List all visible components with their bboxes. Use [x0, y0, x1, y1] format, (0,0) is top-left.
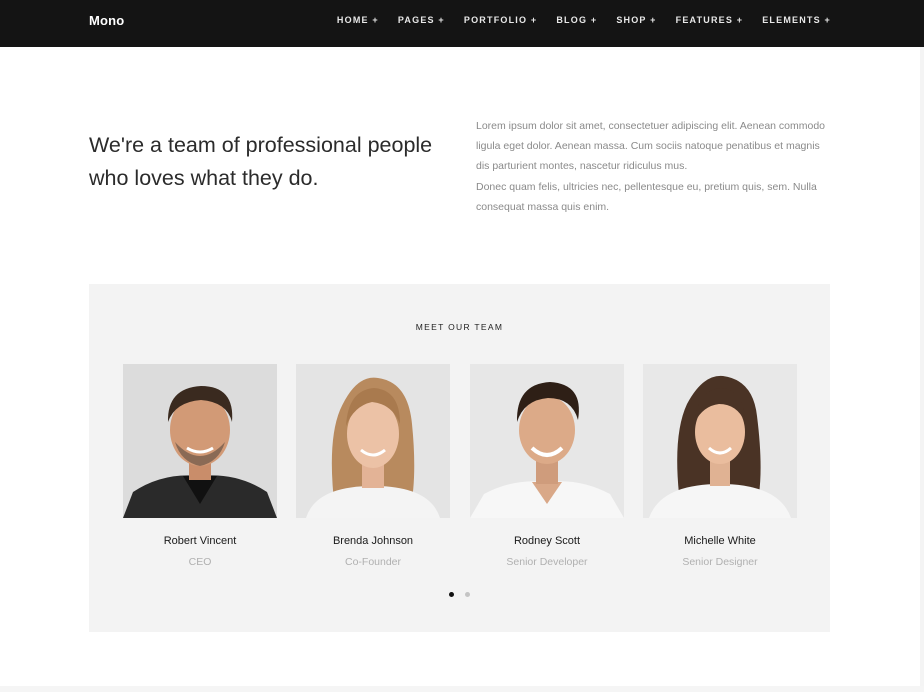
intro-paragraph-2: Donec quam felis, ultricies nec, pellent… — [476, 180, 817, 213]
nav-item-portfolio[interactable]: PORTFOLIO + — [464, 15, 537, 25]
nav-item-features[interactable]: FEATURES + — [676, 15, 744, 25]
team-member-card[interactable]: Robert Vincent CEO — [123, 364, 277, 568]
nav-item-pages[interactable]: PAGES + — [398, 15, 445, 25]
team-member-photo — [643, 364, 797, 518]
team-member-name: Robert Vincent — [163, 535, 237, 547]
nav-item-elements[interactable]: ELEMENTS + — [762, 15, 831, 25]
team-section-title: MEET OUR TEAM — [415, 322, 504, 332]
team-member-name: Brenda Johnson — [332, 535, 414, 547]
team-member-photo — [296, 364, 450, 518]
team-member-name: Rodney Scott — [513, 535, 581, 547]
nav-item-shop[interactable]: SHOP + — [616, 15, 656, 25]
logo[interactable]: Mono — [89, 13, 124, 28]
carousel-dot-2[interactable] — [465, 592, 470, 597]
team-member-photo — [123, 364, 277, 518]
team-member-card[interactable]: Brenda Johnson Co-Founder — [296, 364, 450, 568]
intro-paragraph-1: Lorem ipsum dolor sit amet, consectetuer… — [476, 120, 826, 173]
team-member-role: Senior Designer — [682, 556, 758, 568]
team-member-role: Senior Developer — [506, 556, 588, 568]
navbar: Mono HOME + PAGES + PORTFOLIO + BLOG + S… — [0, 0, 924, 47]
team-member-card[interactable]: Rodney Scott Senior Developer — [470, 364, 624, 568]
team-member-role: CEO — [188, 556, 212, 568]
main-nav: HOME + PAGES + PORTFOLIO + BLOG + SHOP +… — [337, 15, 831, 25]
team-member-role: Co-Founder — [344, 556, 402, 568]
carousel-dot-1[interactable] — [449, 592, 454, 597]
team-section: MEET OUR TEAM Robert Vincent CEO Brenda … — [89, 284, 830, 632]
nav-item-blog[interactable]: BLOG + — [556, 15, 597, 25]
scrollbar-track[interactable] — [920, 47, 924, 692]
team-member-photo — [470, 364, 624, 518]
carousel-pagination — [89, 592, 830, 597]
nav-item-home[interactable]: HOME + — [337, 15, 379, 25]
team-member-name: Michelle White — [684, 535, 756, 547]
team-member-card[interactable]: Michelle White Senior Designer — [643, 364, 797, 568]
intro-heading: We're a team of professional people who … — [89, 133, 433, 190]
page-bottom-divider — [0, 686, 924, 692]
intro-text: Lorem ipsum dolor sit amet, consectetuer… — [476, 116, 832, 217]
